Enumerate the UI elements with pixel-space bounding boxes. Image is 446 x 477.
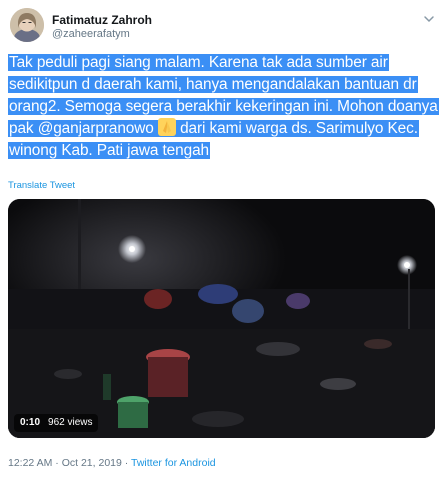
video-player[interactable]: 0:10 962 views — [8, 199, 435, 438]
tweet-meta: 12:22 AM · Oct 21, 2019 · Twitter for An… — [8, 457, 216, 469]
video-info-badge: 0:10 962 views — [14, 414, 99, 432]
video-duration: 0:10 — [20, 417, 41, 428]
avatar[interactable] — [10, 8, 44, 42]
folded-hands-icon — [157, 118, 176, 136]
user-name[interactable]: Fatimatuz Zahroh — [52, 13, 152, 27]
user-handle[interactable]: @zaheerafatym — [52, 28, 130, 40]
tweet-card: Fatimatuz Zahroh @zaheerafatym Tak pedul… — [0, 0, 446, 477]
meta-separator: · — [52, 457, 62, 469]
video-views: 962 views — [48, 417, 93, 428]
tweet-source[interactable]: Twitter for Android — [131, 457, 216, 469]
translate-tweet-link[interactable]: Translate Tweet — [8, 180, 75, 191]
video-thumbnail — [8, 199, 435, 438]
chevron-down-icon[interactable] — [422, 12, 436, 26]
meta-separator: · — [121, 457, 131, 469]
tweet-date[interactable]: Oct 21, 2019 — [62, 457, 122, 469]
tweet-text: Tak peduli pagi siang malam. Karena tak … — [8, 52, 439, 162]
tweet-time[interactable]: 12:22 AM — [8, 457, 52, 469]
